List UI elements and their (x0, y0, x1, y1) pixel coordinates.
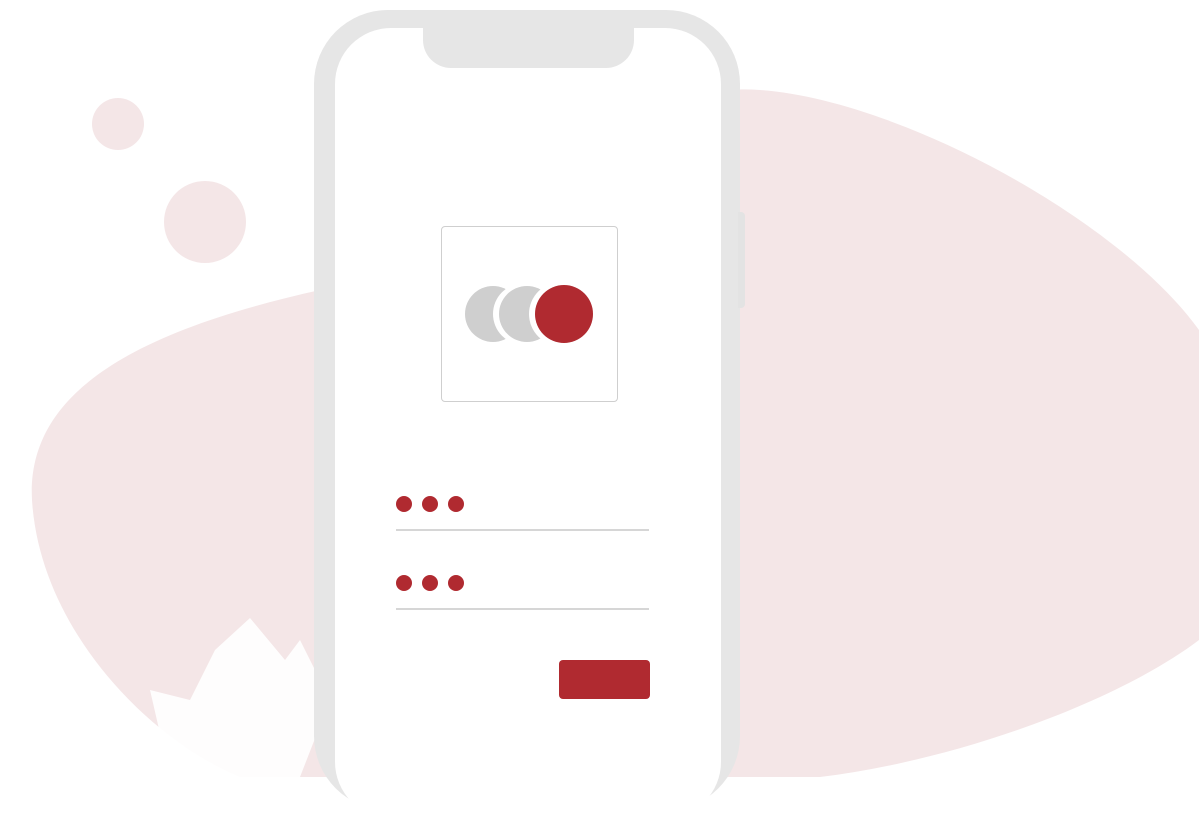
masked-value (396, 496, 464, 512)
masked-value (396, 575, 464, 591)
phone-notch (423, 18, 634, 68)
mask-dot (448, 575, 464, 591)
mask-dot (448, 496, 464, 512)
mask-dot (422, 496, 438, 512)
mask-dot (396, 575, 412, 591)
mask-dot (422, 575, 438, 591)
phone-screen (335, 28, 721, 818)
decorative-bubble-small (92, 98, 144, 150)
username-field[interactable] (396, 489, 649, 531)
three-overlapping-circles-icon (465, 282, 593, 346)
mask-dot (396, 496, 412, 512)
decorative-bubble-large (164, 181, 246, 263)
app-logo (441, 226, 618, 402)
password-field[interactable] (396, 568, 649, 610)
submit-button[interactable] (559, 660, 650, 699)
phone-side-button (738, 212, 745, 308)
